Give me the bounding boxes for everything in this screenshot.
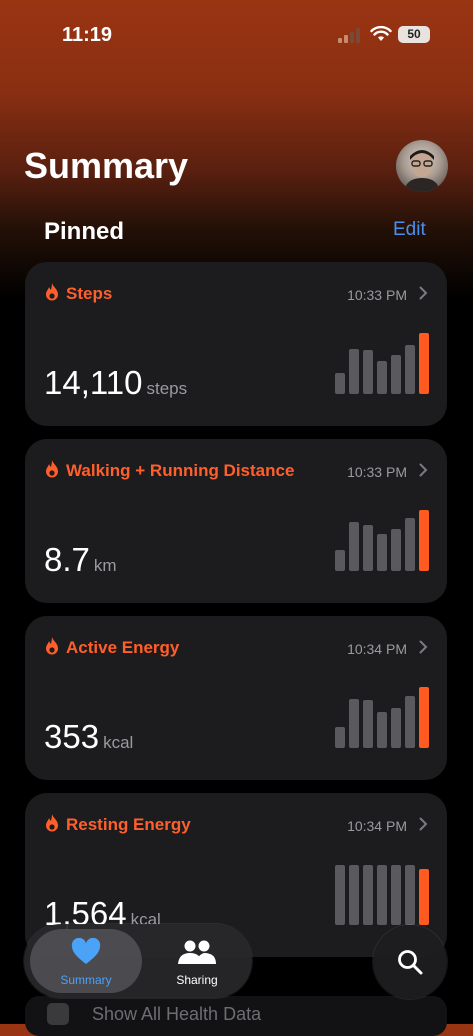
chevron-right-icon [419, 286, 428, 300]
chart-bar [363, 350, 373, 394]
chart-bar [363, 700, 373, 748]
card-value-number: 14,110 [44, 364, 143, 401]
card-title: Resting Energy [66, 815, 191, 834]
card-title: Walking + Running Distance [66, 461, 295, 480]
mini-bar-chart [335, 684, 429, 748]
card-value: 8.7 km [44, 541, 117, 579]
chart-bar [335, 865, 345, 925]
flame-icon [46, 637, 58, 655]
chart-bar [391, 355, 401, 394]
chart-bar [349, 699, 359, 748]
chart-bar [391, 529, 401, 571]
metric-card-steps[interactable]: Steps 10:33 PM 14,110 steps [25, 262, 447, 426]
chart-bar [405, 345, 415, 394]
chart-bar [391, 708, 401, 748]
chart-bar [363, 865, 373, 925]
card-value: 14,110 steps [44, 364, 187, 402]
tab-sharing[interactable]: Sharing [148, 929, 246, 993]
heart-icon [71, 938, 101, 964]
card-value-unit: kcal [103, 733, 134, 752]
chevron-right-icon [419, 463, 428, 477]
profile-avatar[interactable] [396, 140, 448, 192]
mini-bar-chart [335, 330, 429, 394]
tab-summary-label: Summary [60, 973, 112, 987]
metric-card-active-energy[interactable]: Active Energy 10:34 PM 353 kcal [25, 616, 447, 780]
edit-button[interactable]: Edit [393, 219, 426, 241]
status-bar: 11:19 50 [0, 0, 473, 70]
chart-bar-today [419, 510, 429, 571]
chart-bar [377, 712, 387, 748]
person-photo-icon [404, 150, 440, 192]
card-time: 10:33 PM [347, 464, 407, 480]
card-value: 353 kcal [44, 718, 133, 756]
chart-bar [377, 361, 387, 394]
page-title: Summary [24, 145, 189, 186]
cellular-signal-icon [338, 27, 362, 43]
card-time: 10:34 PM [347, 641, 407, 657]
card-value-number: 8.7 [44, 541, 90, 578]
card-time: 10:34 PM [347, 818, 407, 834]
show-all-label: Show All Health Data [92, 1004, 262, 1024]
chart-bar-today [419, 687, 429, 748]
search-button[interactable] [373, 925, 447, 999]
chart-bar [405, 518, 415, 571]
people-icon [178, 940, 216, 964]
search-icon [398, 950, 423, 975]
health-data-icon [47, 1003, 69, 1025]
chart-bar [349, 349, 359, 394]
chart-bar [335, 550, 345, 571]
chart-bar [335, 727, 345, 748]
pinned-heading: Pinned [44, 218, 125, 245]
flame-icon [46, 814, 58, 832]
chart-bar [405, 865, 415, 925]
tab-bar: Summary Sharing [24, 924, 252, 998]
tab-sharing-label: Sharing [176, 973, 218, 987]
show-all-health-data-row[interactable]: Show All Health Data [25, 996, 447, 1036]
chevron-right-icon [419, 817, 428, 831]
card-title: Active Energy [66, 638, 180, 657]
card-value-unit: steps [146, 379, 188, 398]
chart-bar [377, 865, 387, 925]
mini-bar-chart [335, 861, 429, 925]
flame-icon [46, 283, 58, 301]
chart-bar [391, 865, 401, 925]
chart-bar [363, 525, 373, 571]
chart-bar [349, 865, 359, 925]
card-time: 10:33 PM [347, 287, 407, 303]
chart-bar [335, 373, 345, 394]
chart-bar-today [419, 333, 429, 394]
chart-bar [349, 522, 359, 571]
mini-bar-chart [335, 507, 429, 571]
battery-indicator: 50 [398, 26, 430, 43]
wifi-icon [370, 25, 392, 41]
card-value-unit: km [93, 556, 117, 575]
flame-icon [46, 460, 58, 478]
metric-card-distance[interactable]: Walking + Running Distance 10:33 PM 8.7 k… [25, 439, 447, 603]
tab-summary[interactable]: Summary [30, 929, 142, 993]
chart-bar [405, 696, 415, 748]
card-value-number: 353 [44, 718, 100, 755]
card-title: Steps [66, 284, 113, 303]
chevron-right-icon [419, 640, 428, 654]
chart-bar [377, 534, 387, 571]
chart-bar-today [419, 869, 429, 925]
status-time: 11:19 [62, 24, 113, 46]
